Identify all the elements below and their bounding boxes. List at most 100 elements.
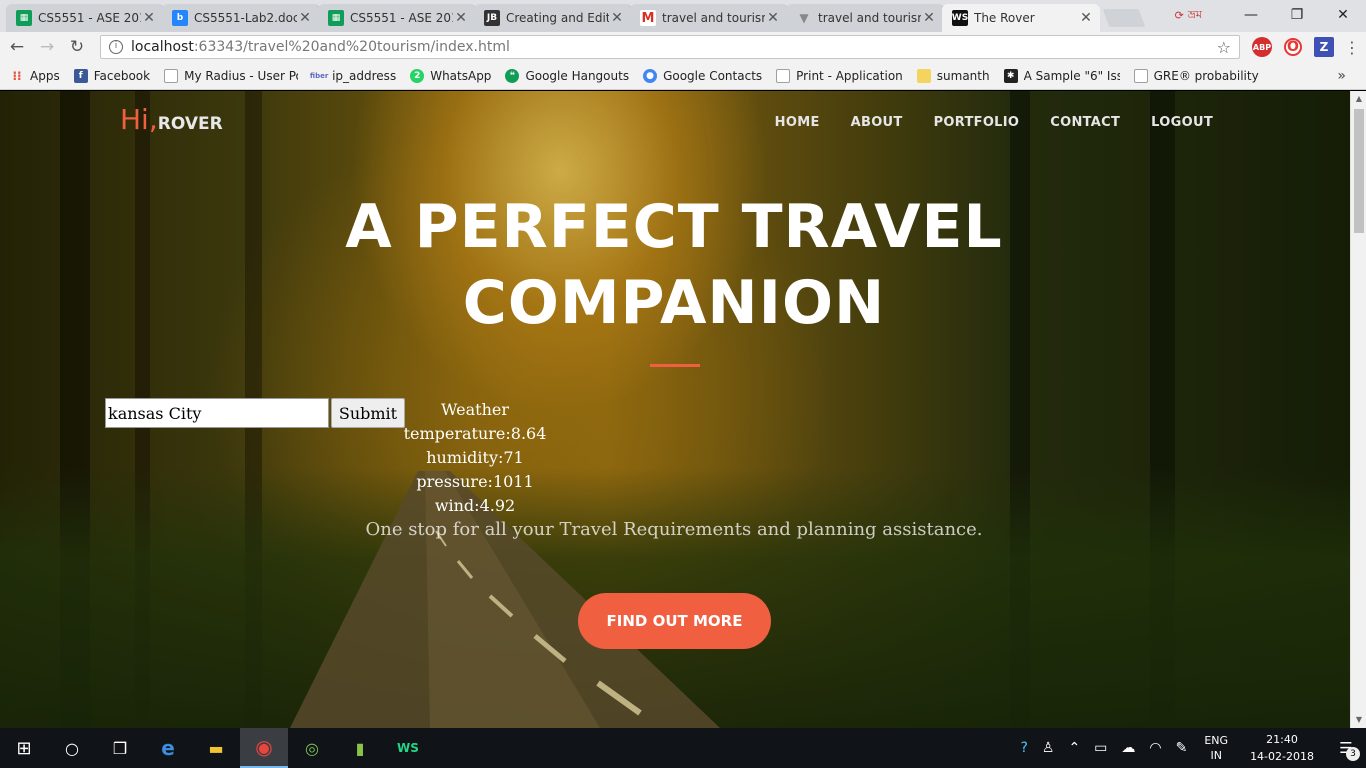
profile-icon: ⟳ <box>1174 8 1184 22</box>
system-tray: ? ♙ ⌃ ▭ ☁ ◠ ✎ ENG IN 21:40 14-02-2018 ☰ … <box>1013 728 1366 768</box>
nav-logout[interactable]: LOGOUT <box>1151 115 1213 130</box>
file-explorer-icon[interactable]: ▬ <box>192 728 240 768</box>
nav-portfolio[interactable]: PORTFOLIO <box>934 115 1020 130</box>
chrome-icon[interactable]: ◉ <box>240 728 288 768</box>
windows-start-icon[interactable]: ⊞ <box>0 728 48 768</box>
bookmark-facebook[interactable]: f Facebook <box>73 68 151 83</box>
browser-tab[interactable]: ▦ CS5551 - ASE 201 ✕ <box>6 4 164 32</box>
hero-title-line2: COMPANION <box>462 268 886 338</box>
wifi-icon[interactable]: ◠ <box>1149 740 1161 756</box>
windows-taskbar: ⊞ ○ ❒ e ▬ ◉ ◎ ▮ WS ? ♙ ⌃ ▭ ☁ ◠ ✎ ENG IN … <box>0 728 1366 768</box>
bookmark-sumanth[interactable]: sumanth <box>916 68 990 83</box>
close-tab-icon[interactable]: ✕ <box>1078 10 1094 26</box>
bookmark-star-icon[interactable]: ☆ <box>1217 38 1231 57</box>
input-language[interactable]: ENG IN <box>1204 733 1228 763</box>
notification-count-badge: 3 <box>1346 747 1360 761</box>
jetbrains-icon: JB <box>484 10 500 26</box>
bookmark-label: My Radius - User Por <box>184 68 299 83</box>
scroll-up-arrow-icon[interactable]: ▲ <box>1351 91 1366 107</box>
adblock-plus-icon[interactable]: ABP <box>1252 37 1272 57</box>
reload-button[interactable]: ↻ <box>64 37 90 57</box>
contacts-icon: ● <box>643 68 658 83</box>
whatsapp-icon: 2 <box>410 68 425 83</box>
bookmark-google-hangouts[interactable]: ❝ Google Hangouts <box>505 68 629 83</box>
nav-home[interactable]: HOME <box>775 115 820 130</box>
zotero-icon[interactable]: Z <box>1314 37 1334 57</box>
bookmark-whatsapp[interactable]: 2 WhatsApp <box>410 68 491 83</box>
site-nav: HOME ABOUT PORTFOLIO CONTACT LOGOUT <box>744 115 1213 130</box>
profile-button[interactable]: ⟳ ভ্রম <box>1175 6 1202 25</box>
more-bookmarks-icon[interactable]: » <box>1337 68 1346 84</box>
nav-about[interactable]: ABOUT <box>851 115 903 130</box>
edge-icon[interactable]: e <box>144 728 192 768</box>
notes-app-icon[interactable]: ▮ <box>336 728 384 768</box>
close-tab-icon[interactable]: ✕ <box>141 10 157 26</box>
site-brand[interactable]: Hi, ROVER <box>120 103 223 136</box>
battery-icon[interactable]: ▭ <box>1094 740 1107 756</box>
page-icon <box>776 68 791 83</box>
weather-heading: Weather <box>441 400 509 419</box>
address-bar[interactable]: i localhost :63343/travel%20and%20touris… <box>100 35 1240 59</box>
bookmark-sample-issue[interactable]: ✱ A Sample "6" Issue E <box>1003 68 1120 83</box>
help-icon[interactable]: ? <box>1020 740 1027 756</box>
browser-tab-active[interactable]: WS The Rover ✕ <box>942 4 1100 32</box>
scroll-down-arrow-icon[interactable]: ▼ <box>1351 712 1366 728</box>
bookmark-google-contacts[interactable]: ● Google Contacts <box>643 68 762 83</box>
bookmark-my-radius[interactable]: My Radius - User Por <box>164 68 299 83</box>
cortana-search-icon[interactable]: ○ <box>48 728 96 768</box>
tab-title: CS5551 - ASE 201 <box>38 11 141 25</box>
bookmark-gre-probability[interactable]: GRE® probability pro <box>1133 68 1260 83</box>
page-scrollbar[interactable]: ▲ ▼ <box>1350 91 1366 728</box>
weather-pressure: pressure:1011 <box>416 472 534 491</box>
close-tab-icon[interactable]: ✕ <box>453 10 469 26</box>
tab-title: CS5551-Lab2.docx <box>194 11 297 25</box>
find-out-more-button[interactable]: FIND OUT MORE <box>578 593 771 649</box>
pen-workspace-icon[interactable]: ✎ <box>1176 740 1188 756</box>
bookmark-apps[interactable]: ⁝⁝ Apps <box>10 69 59 83</box>
action-center-icon[interactable]: ☰ 3 <box>1326 739 1366 761</box>
back-button[interactable]: ← <box>4 37 30 57</box>
browser-tab[interactable]: b CS5551-Lab2.docx ✕ <box>162 4 320 32</box>
people-icon[interactable]: ♙ <box>1042 740 1055 756</box>
close-tab-icon[interactable]: ✕ <box>609 10 625 26</box>
browser-tab[interactable]: M travel and tourism ✕ <box>630 4 788 32</box>
profile-name: ভ্রম <box>1187 7 1202 21</box>
onedrive-icon[interactable]: ☁ <box>1121 740 1135 756</box>
maximize-button[interactable]: ❐ <box>1274 7 1320 23</box>
nav-contact[interactable]: CONTACT <box>1050 115 1120 130</box>
system-clock[interactable]: 21:40 14-02-2018 <box>1250 731 1314 765</box>
show-hidden-icons-icon[interactable]: ⌃ <box>1068 740 1080 756</box>
bookmark-label: Facebook <box>93 68 151 83</box>
browser-tab[interactable]: JB Creating and Editi ✕ <box>474 4 632 32</box>
close-tab-icon[interactable]: ✕ <box>921 10 937 26</box>
bookmark-print-application[interactable]: Print - Application <box>776 68 903 83</box>
new-tab-button[interactable] <box>1102 9 1146 27</box>
browser-menu-icon[interactable]: ⋮ <box>1344 38 1360 57</box>
android-studio-icon[interactable]: ◎ <box>288 728 336 768</box>
facebook-icon: f <box>73 68 88 83</box>
minimize-button[interactable]: — <box>1228 7 1274 23</box>
region-code: IN <box>1210 749 1222 762</box>
close-window-button[interactable]: ✕ <box>1320 7 1366 23</box>
opera-icon[interactable]: O <box>1284 38 1302 56</box>
page-icon <box>1133 68 1148 83</box>
sheets-icon: ▦ <box>328 10 344 26</box>
city-search-input[interactable] <box>105 398 329 428</box>
bookmark-label: Print - Application <box>796 68 903 83</box>
hangouts-icon: ❝ <box>505 68 520 83</box>
window-controls: ⟳ ভ্রম — ❐ ✕ <box>1175 0 1366 30</box>
browser-tab[interactable]: ▦ CS5551 - ASE 201 ✕ <box>318 4 476 32</box>
webstorm-taskbar-icon[interactable]: WS <box>384 728 432 768</box>
task-view-icon[interactable]: ❒ <box>96 728 144 768</box>
browser-tab[interactable]: ▼ travel and tourism ✕ <box>786 4 944 32</box>
close-tab-icon[interactable]: ✕ <box>297 10 313 26</box>
bookmarks-bar: ⁝⁝ Apps f Facebook My Radius - User Por … <box>0 62 1366 90</box>
bookmark-label: GRE® probability pro <box>1153 68 1260 83</box>
forward-button[interactable]: → <box>34 37 60 57</box>
bookmark-label: sumanth <box>936 68 990 83</box>
scroll-thumb[interactable] <box>1354 109 1364 233</box>
brand-name: ROVER <box>157 114 223 134</box>
close-tab-icon[interactable]: ✕ <box>765 10 781 26</box>
bookmark-ip-address[interactable]: fiber ip_address <box>310 69 396 83</box>
info-icon[interactable]: i <box>109 40 123 54</box>
